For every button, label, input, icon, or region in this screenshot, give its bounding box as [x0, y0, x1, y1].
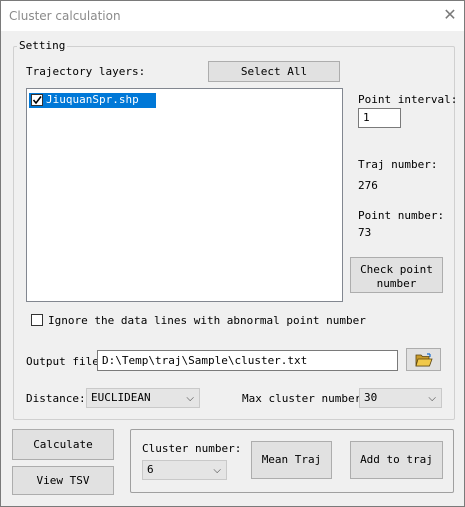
window-title: Cluster calculation: [9, 9, 121, 23]
cluster-number-select[interactable]: 6 ⌵: [142, 460, 227, 480]
mean-traj-button[interactable]: Mean Traj: [251, 441, 332, 479]
browse-button[interactable]: [406, 348, 441, 371]
point-interval-label: Point interval:: [358, 93, 458, 106]
distance-select[interactable]: EUCLIDEAN ⌵: [86, 388, 200, 408]
max-cluster-value: 30: [364, 391, 378, 404]
max-cluster-label: Max cluster number:: [242, 392, 368, 405]
add-to-traj-button[interactable]: Add to traj: [350, 441, 443, 479]
trajectory-layers-label: Trajectory layers:: [26, 65, 146, 78]
cluster-number-value: 6: [147, 463, 154, 476]
list-item[interactable]: JiuquanSpr.shp: [29, 93, 156, 108]
setting-legend: Setting: [17, 39, 68, 52]
chevron-down-icon: ⌵: [428, 393, 436, 404]
title-bar: Cluster calculation ✕: [1, 1, 464, 31]
check-point-number-button[interactable]: Check point number: [350, 257, 443, 293]
output-file-label: Output file:: [26, 355, 106, 368]
max-cluster-select[interactable]: 30 ⌵: [359, 388, 442, 408]
folder-open-icon: [415, 353, 433, 367]
dialog-window: Cluster calculation ✕ Setting Trajectory…: [0, 0, 465, 507]
view-tsv-button[interactable]: View TSV: [12, 466, 114, 495]
distance-value: EUCLIDEAN: [91, 391, 151, 404]
calculate-button[interactable]: Calculate: [12, 429, 114, 460]
layer-checkbox[interactable]: [31, 94, 43, 106]
cluster-number-label: Cluster number:: [142, 442, 242, 455]
traj-number-value: 276: [358, 179, 378, 192]
output-file-input[interactable]: D:\Temp\traj\Sample\cluster.txt: [97, 350, 398, 371]
select-all-button[interactable]: Select All: [208, 61, 340, 82]
chevron-down-icon: ⌵: [213, 465, 221, 476]
point-number-value: 73: [358, 226, 372, 239]
layers-listbox[interactable]: JiuquanSpr.shp: [26, 88, 343, 302]
checkmark-icon: [32, 96, 42, 105]
ignore-abnormal-label: Ignore the data lines with abnormal poin…: [48, 314, 366, 327]
chevron-down-icon: ⌵: [186, 393, 194, 404]
layer-name: JiuquanSpr.shp: [46, 93, 139, 106]
distance-label: Distance:: [26, 392, 86, 405]
ignore-abnormal-checkbox[interactable]: [31, 314, 43, 326]
traj-number-label: Traj number:: [358, 158, 438, 171]
close-icon[interactable]: ✕: [439, 5, 461, 25]
point-interval-input[interactable]: 1: [358, 108, 401, 128]
point-number-label: Point number:: [358, 209, 445, 222]
